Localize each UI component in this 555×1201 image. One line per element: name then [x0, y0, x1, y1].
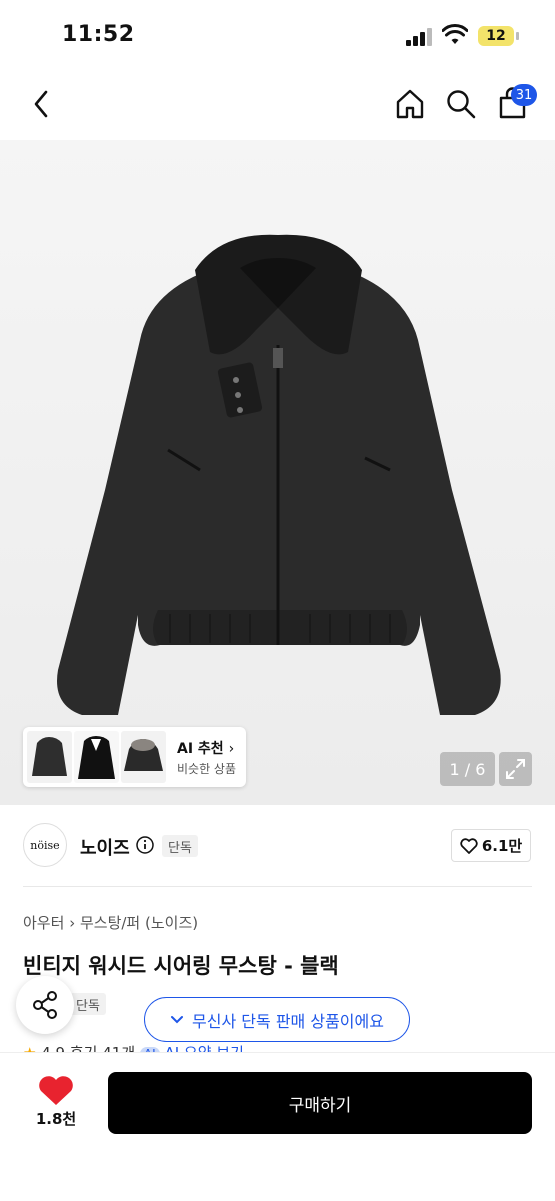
musinsa-exclusive-notice[interactable]: 무신사 단독 판매 상품이에요 — [144, 997, 410, 1042]
chevron-right-icon: › — [69, 914, 80, 932]
heart-icon[interactable] — [36, 1074, 76, 1108]
ai-recommend-subtitle: 비슷한 상품 — [177, 762, 237, 776]
search-icon[interactable] — [445, 88, 477, 120]
cart-count-badge: 31 — [511, 84, 537, 106]
share-icon — [33, 991, 57, 1019]
chevron-down-icon — [171, 1015, 184, 1023]
thumbnail-1[interactable] — [27, 731, 72, 783]
brand-like-count: 6.1만 — [481, 837, 523, 855]
ai-recommend-title[interactable]: AI 추천 › — [177, 738, 234, 758]
jacket-illustration — [57, 234, 501, 715]
thumbnail-2[interactable] — [74, 731, 119, 783]
info-icon[interactable] — [136, 836, 154, 854]
musinsa-notice-text: 무신사 단독 판매 상품이에요 — [192, 1011, 384, 1031]
chevron-right-icon: › — [228, 741, 235, 757]
breadcrumb: 아우터 › 무스탕/퍼 (노이즈) — [23, 912, 198, 933]
battery-tip — [516, 32, 519, 40]
buy-button[interactable]: 구매하기 — [108, 1072, 532, 1134]
wifi-icon — [442, 24, 468, 44]
battery-icon: 12 — [478, 26, 514, 46]
signal-icon — [406, 28, 434, 46]
thumbnail-3[interactable] — [121, 731, 166, 783]
expand-icon[interactable] — [499, 752, 532, 786]
brand-logo[interactable]: nöise — [23, 823, 67, 867]
share-button[interactable] — [16, 976, 74, 1034]
wishlist-count: 1.8천 — [35, 1110, 77, 1128]
product-image[interactable] — [0, 140, 555, 805]
status-time: 11:52 — [62, 22, 135, 47]
image-page-counter: 1 / 6 — [440, 752, 495, 786]
product-tag: 단독 — [70, 993, 106, 1015]
exclusive-badge: 단독 — [162, 835, 198, 857]
back-icon[interactable] — [28, 88, 56, 120]
divider — [23, 886, 532, 887]
breadcrumb-item-outer[interactable]: 아우터 — [23, 914, 64, 932]
home-icon[interactable] — [394, 88, 426, 120]
heart-outline-icon — [460, 837, 478, 854]
brand-like-button[interactable]: 6.1만 — [451, 829, 531, 862]
breadcrumb-item-category[interactable]: 무스탕/퍼 (노이즈) — [80, 914, 198, 932]
brand-name[interactable]: 노이즈 — [80, 834, 130, 860]
